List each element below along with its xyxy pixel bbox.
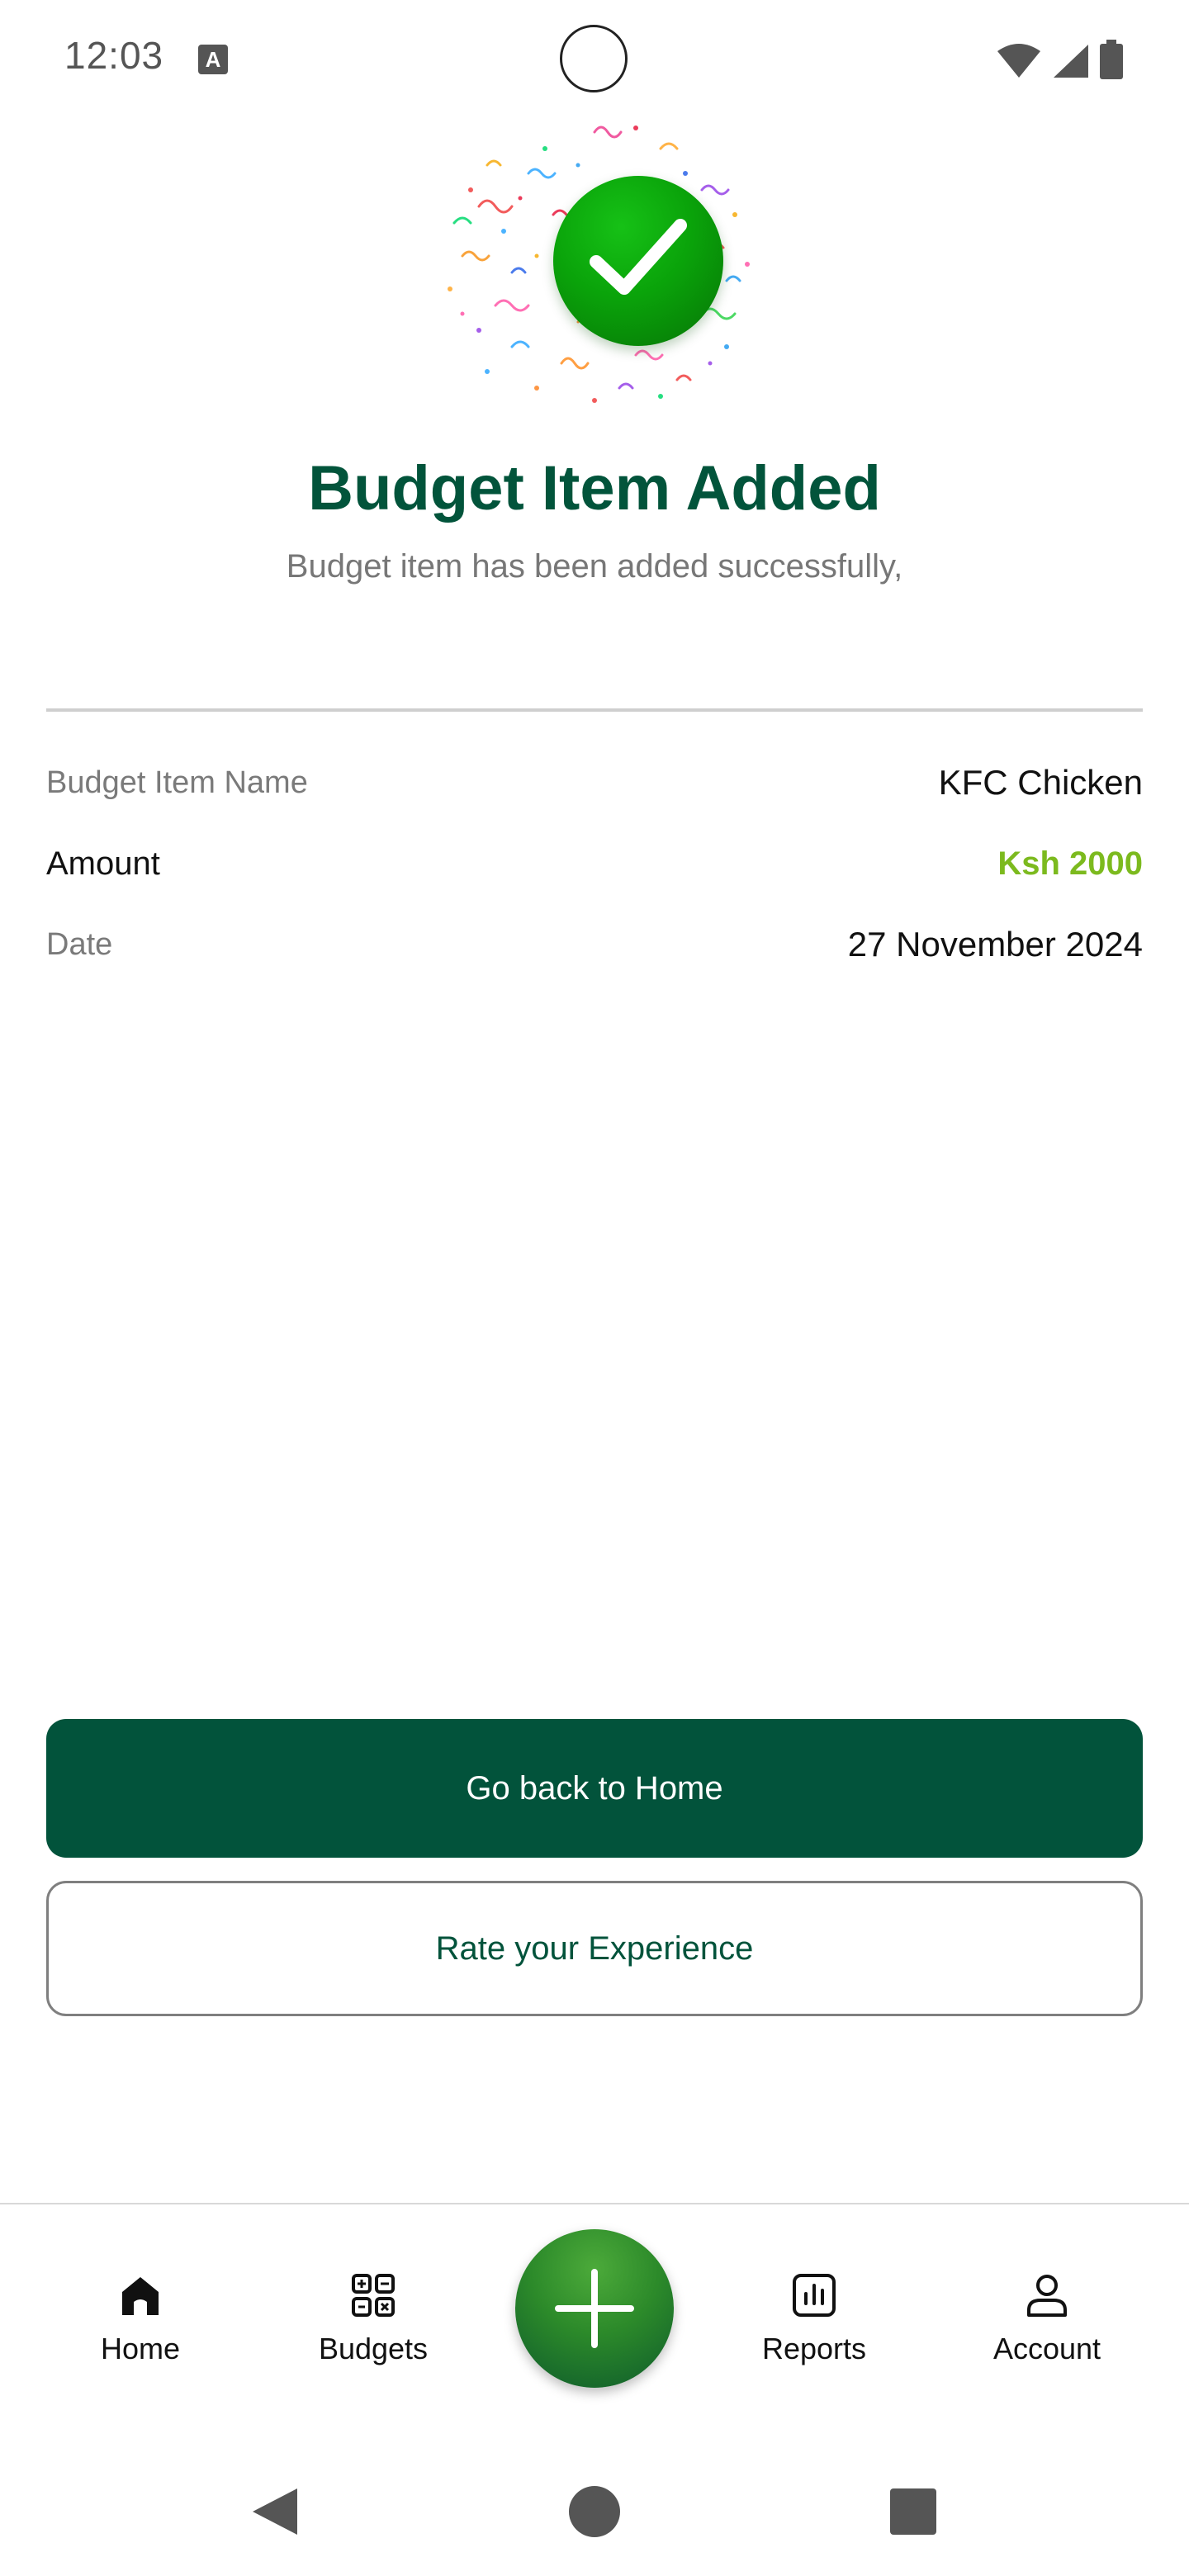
add-button[interactable] [515, 2229, 674, 2388]
detail-row-amount: Amount Ksh 2000 [46, 839, 1143, 888]
recents-icon[interactable] [890, 2488, 936, 2535]
amount-value: Ksh 2000 [997, 845, 1143, 882]
battery-icon [1100, 40, 1123, 79]
divider [46, 708, 1143, 712]
a-keyboard-icon: A [198, 45, 228, 74]
rate-experience-button[interactable]: Rate your Experience [46, 1881, 1143, 2016]
home-icon [122, 2277, 159, 2315]
go-back-home-button[interactable]: Go back to Home [46, 1719, 1143, 1858]
status-bar: 12:03 A [0, 0, 1189, 124]
home-circle-icon[interactable] [568, 2485, 621, 2538]
nav-label-reports: Reports [761, 2332, 867, 2365]
budget-item-name-label: Budget Item Name [46, 765, 308, 800]
app-screen: 12:03 A Budget Item Added Budget item ha… [0, 0, 1189, 2576]
detail-row-date: Date 27 November 2024 [46, 920, 1143, 969]
budgets-icon [352, 2274, 395, 2317]
nav-item-budgets[interactable]: Budgets [291, 2271, 456, 2366]
detail-row-name: Budget Item Name KFC Chicken [46, 758, 1143, 807]
back-icon[interactable] [249, 2485, 299, 2538]
date-label: Date [46, 926, 113, 962]
status-time: 12:03 [64, 34, 164, 77]
status-icons [996, 40, 1123, 79]
camera-cutout [560, 25, 628, 92]
signal-icon [1054, 45, 1088, 78]
date-value: 27 November 2024 [847, 925, 1143, 964]
nav-label-account: Account [992, 2332, 1101, 2365]
wifi-icon [997, 44, 1040, 78]
amount-label: Amount [46, 845, 160, 882]
nav-label-budgets: Budgets [318, 2332, 429, 2365]
nav-item-home[interactable]: Home [58, 2271, 223, 2366]
check-circle-icon [553, 176, 723, 346]
nav-item-reports[interactable]: Reports [732, 2271, 897, 2366]
system-navigation [0, 2444, 1189, 2576]
account-icon [1027, 2275, 1067, 2317]
bottom-navigation: Home Budgets Reports Account [0, 2203, 1189, 2419]
nav-label-home: Home [100, 2332, 181, 2365]
reports-icon [793, 2274, 836, 2317]
plus-icon [555, 2269, 634, 2348]
nav-item-account[interactable]: Account [964, 2271, 1130, 2366]
budget-item-name-value: KFC Chicken [938, 763, 1143, 802]
success-title: Budget Item Added [308, 453, 881, 523]
success-subtitle: Budget item has been added successfully, [286, 548, 903, 585]
